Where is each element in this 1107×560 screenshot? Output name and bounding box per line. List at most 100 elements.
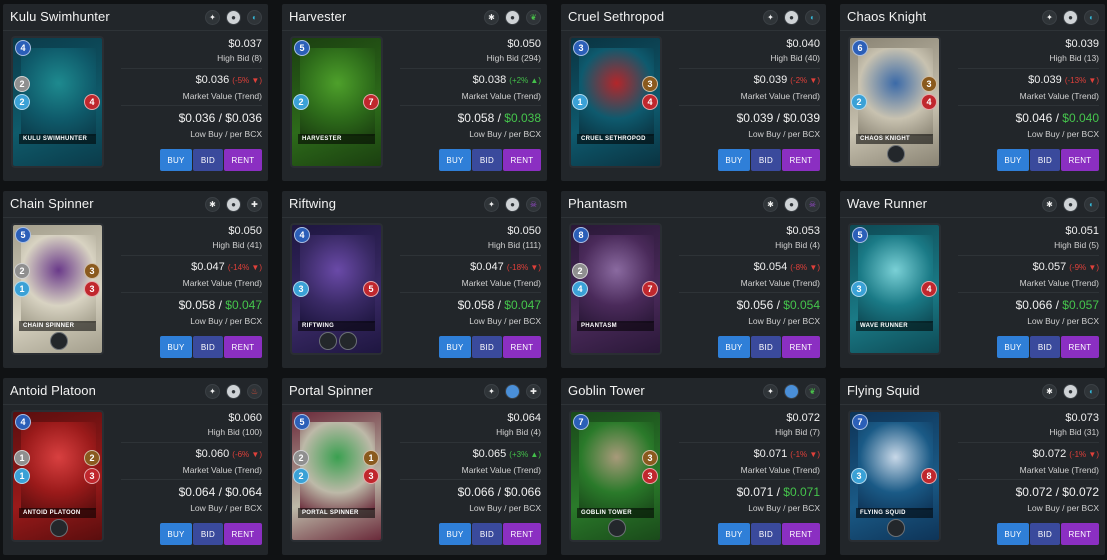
card-image[interactable]: 4 2 2 4 Kulu Swimhunter [11, 36, 104, 168]
card-image[interactable]: 3 3 1 4 Cruel Sethropod [569, 36, 662, 168]
card-label: Portal Spinner [298, 508, 375, 518]
rent-button[interactable]: RENT [782, 523, 820, 545]
card-name[interactable]: Goblin Tower [568, 383, 645, 398]
bid-button[interactable]: BID [193, 523, 223, 545]
rent-button[interactable]: RENT [1061, 149, 1099, 171]
rent-button[interactable]: RENT [503, 149, 541, 171]
rent-button[interactable]: RENT [224, 336, 262, 358]
card-image[interactable]: 6 3 2 4 Chaos Knight [848, 36, 941, 168]
rent-button[interactable]: RENT [1061, 336, 1099, 358]
bid-button[interactable]: BID [751, 336, 781, 358]
card-image[interactable]: 4 3 5 Riftwing [290, 223, 383, 355]
card-name[interactable]: Harvester [289, 9, 346, 24]
card-name[interactable]: Portal Spinner [289, 383, 373, 398]
water-element-icon: ◐ [1084, 197, 1099, 212]
card-image[interactable]: 4 1 2 1 3 Antoid Platoon [11, 410, 104, 542]
market-value-label: Market Value (Trend) [182, 91, 262, 101]
bid-button[interactable]: BID [1030, 149, 1060, 171]
market-value-label: Market Value (Trend) [182, 278, 262, 288]
bid-button[interactable]: BID [193, 149, 223, 171]
card-name[interactable]: Riftwing [289, 196, 336, 211]
buy-button[interactable]: BUY [160, 149, 192, 171]
card-name[interactable]: Cruel Sethropod [568, 9, 664, 24]
card-image[interactable]: 5 2 3 1 3 Chain Spinner [11, 223, 104, 355]
card-image[interactable]: 7 3 8 Flying Squid [848, 410, 941, 542]
low-buy-total: $0.066 / [457, 485, 505, 499]
rent-button[interactable]: RENT [503, 523, 541, 545]
trend-arrow-icon: ▼) [251, 76, 262, 85]
card-name[interactable]: Chaos Knight [847, 9, 926, 24]
high-bid-label: High Bid (13) [1049, 53, 1099, 63]
buy-button[interactable]: BUY [439, 336, 471, 358]
listing-header: Portal Spinner ✦ ● ✚ [282, 378, 547, 405]
card-name[interactable]: Kulu Swimhunter [10, 9, 110, 24]
low-buy-price: $0.058 / $0.047 [179, 298, 262, 312]
buy-button[interactable]: BUY [718, 149, 750, 171]
water-element-icon: ◐ [247, 10, 262, 25]
market-value-price: $0.065 (+3% ▲) [473, 448, 541, 460]
mana-stat: 4 [294, 227, 310, 243]
bid-button[interactable]: BID [472, 336, 502, 358]
card-name[interactable]: Wave Runner [847, 196, 927, 211]
earth-element-icon: ❦ [526, 10, 541, 25]
rent-button[interactable]: RENT [224, 149, 262, 171]
card-listing: Cruel Sethropod ✦ ● ◐ 3 3 1 4 Cruel Seth… [561, 4, 826, 181]
bid-button[interactable]: BID [472, 149, 502, 171]
rent-button[interactable]: RENT [224, 523, 262, 545]
action-buttons: BUY BID RENT [997, 523, 1099, 545]
buy-button[interactable]: BUY [439, 149, 471, 171]
card-label: Phantasm [577, 321, 654, 331]
card-image[interactable]: 5 2 7 Harvester [290, 36, 383, 168]
listing-header: Wave Runner ✱ ● ◐ [840, 191, 1105, 218]
speed-stat: 2 [851, 94, 867, 110]
bid-button[interactable]: BID [193, 336, 223, 358]
buy-button[interactable]: BUY [160, 336, 192, 358]
speed-stat: 1 [14, 281, 30, 297]
card-art [579, 235, 654, 323]
health-stat: 4 [921, 281, 937, 297]
bid-button[interactable]: BID [1030, 336, 1060, 358]
card-attributes: ✦ ● ◐ [763, 10, 820, 25]
buy-button[interactable]: BUY [439, 523, 471, 545]
buy-button[interactable]: BUY [997, 336, 1029, 358]
market-value-label: Market Value (Trend) [1019, 465, 1099, 475]
bid-button[interactable]: BID [1030, 523, 1060, 545]
mana-stat: 4 [15, 414, 31, 430]
bid-button[interactable]: BID [472, 523, 502, 545]
market-value-price: $0.060 (-6% ▼) [196, 448, 262, 460]
buy-button[interactable]: BUY [997, 149, 1029, 171]
rent-button[interactable]: RENT [782, 336, 820, 358]
speed-stat: 2 [14, 94, 30, 110]
market-value-price: $0.071 (-1% ▼) [754, 448, 820, 460]
trend-arrow-icon: ▼) [809, 76, 820, 85]
buy-button[interactable]: BUY [718, 523, 750, 545]
market-value-price: $0.038 (+2% ▲) [473, 74, 541, 86]
bid-button[interactable]: BID [751, 523, 781, 545]
card-image[interactable]: 7 3 3 Goblin Tower [569, 410, 662, 542]
high-bid-label: High Bid (4) [775, 240, 820, 250]
trend-arrow-icon: ▼) [1088, 450, 1099, 459]
buy-button[interactable]: BUY [718, 336, 750, 358]
rent-button[interactable]: RENT [503, 336, 541, 358]
card-name[interactable]: Chain Spinner [10, 196, 94, 211]
card-image[interactable]: 8 2 4 7 Phantasm [569, 223, 662, 355]
buy-button[interactable]: BUY [160, 523, 192, 545]
card-image[interactable]: 5 3 4 Wave Runner [848, 223, 941, 355]
card-listing: Harvester ✱ ● ❦ 5 2 7 Harvester $0.050 H… [282, 4, 547, 181]
bid-button[interactable]: BID [751, 149, 781, 171]
card-attributes: ✦ ● ◐ [1042, 10, 1099, 25]
rarity-common-icon: ✦ [484, 197, 499, 212]
ability-icon [318, 332, 337, 350]
rent-button[interactable]: RENT [782, 149, 820, 171]
card-name[interactable]: Antoid Platoon [10, 383, 96, 398]
high-bid-price: $0.037 [228, 38, 262, 50]
buy-button[interactable]: BUY [997, 523, 1029, 545]
armor-stat: 2 [572, 263, 588, 279]
card-image[interactable]: 5 2 1 2 3 Portal Spinner [290, 410, 383, 542]
attack-stat: 3 [921, 76, 937, 92]
rent-button[interactable]: RENT [1061, 523, 1099, 545]
card-label: Kulu Swimhunter [19, 134, 96, 144]
card-name[interactable]: Phantasm [568, 196, 627, 211]
mana-stat: 5 [294, 40, 310, 56]
card-name[interactable]: Flying Squid [847, 383, 920, 398]
